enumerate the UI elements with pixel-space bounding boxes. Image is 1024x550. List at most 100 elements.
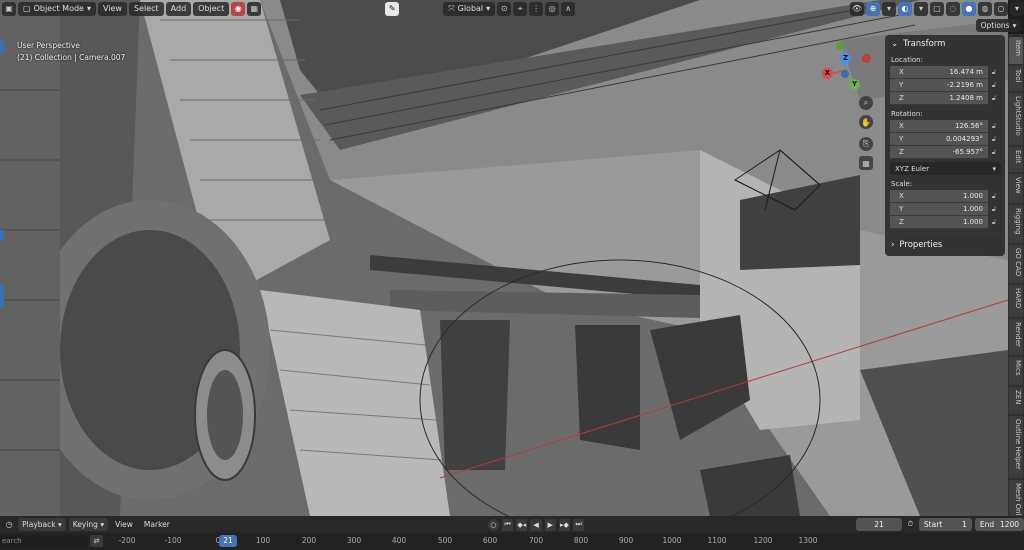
lock-icon[interactable]: 🔓︎ <box>988 192 1000 201</box>
lock-icon[interactable]: 🔓︎ <box>988 81 1000 90</box>
lock-icon[interactable]: 🔓︎ <box>988 135 1000 144</box>
tab-render[interactable]: Render <box>1009 319 1023 355</box>
neg-z-axis-icon[interactable] <box>841 70 849 78</box>
snap-increment-icon[interactable]: ⋮ <box>529 1 544 16</box>
lock-icon[interactable]: 🔓︎ <box>988 218 1000 227</box>
scale-z-field[interactable]: Z 1.000 <box>890 216 988 229</box>
play-reverse-icon[interactable]: ◀ <box>530 518 542 531</box>
location-y-field[interactable]: Y -2.2196 m <box>890 79 988 92</box>
overlay-toggle-icon[interactable]: ◐ <box>898 1 912 16</box>
gizmo-dropdown-icon[interactable]: ▾ <box>882 1 896 16</box>
gizmo-toggle-icon[interactable]: ⊕ <box>866 1 880 16</box>
rotation-x-field[interactable]: X 126.56° <box>890 120 988 133</box>
keying-menu[interactable]: Keying ▾ <box>68 518 109 531</box>
orientation-dropdown[interactable]: ⤧ Global ▾ <box>443 1 496 16</box>
lock-icon[interactable]: 🔓︎ <box>988 122 1000 131</box>
rotation-mode-label: XYZ Euler <box>895 164 930 173</box>
next-keyframe-icon[interactable]: ▸◆ <box>558 518 571 531</box>
snap-icon[interactable]: ⌖ <box>513 1 528 16</box>
editor-type-icon[interactable]: ◷ <box>3 518 16 531</box>
tab-item[interactable]: Item <box>1009 37 1023 64</box>
lock-icon[interactable]: 🔓︎ <box>988 68 1000 77</box>
object-mode-icon: ▢ <box>23 3 31 13</box>
tick-label: 1200 <box>753 536 773 545</box>
location-x-field[interactable]: X 16.474 m <box>890 66 988 79</box>
frame-ruler[interactable]: earch ⇄ -200 -100 0 100 200 300 400 500 … <box>0 533 1024 550</box>
chevron-down-icon: ▾ <box>1012 21 1017 30</box>
swap-icon[interactable]: ⇄ <box>90 535 103 547</box>
orientation-label: Global <box>457 3 484 13</box>
tab-outline-helper[interactable]: Outline Helper <box>1009 416 1023 478</box>
tab-lightstudio[interactable]: LightStudio <box>1009 93 1023 145</box>
end-frame-field[interactable]: End 1200 <box>974 518 1024 531</box>
rotation-y-field[interactable]: Y 0.004293° <box>890 133 988 146</box>
tab-edit[interactable]: Edit <box>1009 147 1023 172</box>
tab-view[interactable]: View <box>1009 174 1023 203</box>
neg-x-axis-icon[interactable] <box>862 54 871 63</box>
tab-go-cad[interactable]: GO CAD <box>1009 245 1023 283</box>
properties-header[interactable]: › Properties <box>885 238 1005 252</box>
rotation-mode-select[interactable]: XYZ Euler ▾ <box>890 162 1001 175</box>
shading-dropdown-icon[interactable]: ▾ <box>1010 1 1024 16</box>
neg-y-axis-icon[interactable] <box>836 42 844 50</box>
solid-shading-icon[interactable]: ● <box>962 1 976 16</box>
chevron-down-icon: ▾ <box>992 164 996 173</box>
eyedropper-icon[interactable]: ✎ <box>385 1 400 16</box>
jump-end-icon[interactable]: ⏭ <box>573 518 585 531</box>
location-z-field[interactable]: Z 1.2408 m <box>890 92 988 105</box>
pivot-icon[interactable]: ⊙ <box>497 1 512 16</box>
zoom-icon[interactable]: ⌕ <box>859 96 873 110</box>
playback-menu[interactable]: Playback ▾ <box>18 518 66 531</box>
tab-zen[interactable]: ZEN <box>1009 387 1023 414</box>
menu-select[interactable]: Select <box>128 1 164 16</box>
menu-view[interactable]: View <box>97 1 127 16</box>
tick-label: 300 <box>346 536 362 545</box>
pan-hand-icon[interactable]: ✋ <box>859 115 873 129</box>
proportional-edit-icon[interactable]: ◎ <box>545 1 560 16</box>
mode-dropdown[interactable]: ▢ Object Mode ▾ <box>18 1 96 16</box>
rendered-shading-icon[interactable]: ○ <box>994 1 1008 16</box>
jump-start-icon[interactable]: ⏮ <box>502 518 514 531</box>
grid-icon[interactable]: ▦ <box>247 1 262 16</box>
falloff-icon[interactable]: ∧ <box>561 1 576 16</box>
visibility-icon[interactable]: 👁 <box>850 1 864 16</box>
tab-hard[interactable]: HARD <box>1009 285 1023 317</box>
tab-mesh-onl[interactable]: Mesh Onl <box>1009 480 1023 516</box>
camera-view-icon[interactable]: ⎘ <box>859 137 873 151</box>
tab-tool[interactable]: Tool <box>1009 66 1023 91</box>
options-dropdown[interactable]: Options ▾ <box>976 19 1021 32</box>
timeline-view-menu[interactable]: View <box>111 518 137 531</box>
material-shading-icon[interactable]: ◍ <box>978 1 992 16</box>
viewport-header: ▣ ▢ Object Mode ▾ View Select Add Object… <box>0 0 1024 17</box>
start-frame-field[interactable]: Start 1 <box>918 518 972 531</box>
transform-header[interactable]: ⌄ Transform <box>885 35 1005 53</box>
lock-icon[interactable]: 🔓︎ <box>988 94 1000 103</box>
menu-add[interactable]: Add <box>165 1 192 16</box>
playhead[interactable]: 21 <box>219 535 237 547</box>
addon-icon[interactable]: ◉ <box>231 1 246 16</box>
rotation-z-field[interactable]: Z -65.957° <box>890 146 988 159</box>
play-icon[interactable]: ▶ <box>544 518 556 531</box>
lock-icon[interactable]: 🔓︎ <box>988 148 1000 157</box>
wireframe-shading-icon[interactable]: ◌ <box>946 1 960 16</box>
y-axis-icon[interactable]: Y <box>849 79 860 90</box>
scale-x-field[interactable]: X 1.000 <box>890 190 988 203</box>
scale-y-field[interactable]: Y 1.000 <box>890 203 988 216</box>
stopwatch-icon[interactable]: ⏱ <box>905 519 916 531</box>
perspective-toggle-icon[interactable]: ▦ <box>859 156 873 170</box>
tab-mics[interactable]: Mics <box>1009 357 1023 385</box>
xray-icon[interactable]: ▢ <box>930 1 944 16</box>
overlay-dropdown-icon[interactable]: ▾ <box>914 1 928 16</box>
search-input[interactable]: earch <box>0 535 88 547</box>
x-axis-icon[interactable]: X <box>822 68 833 79</box>
lock-icon[interactable]: 🔓︎ <box>988 205 1000 214</box>
marker-menu[interactable]: Marker <box>140 518 174 531</box>
prev-keyframe-icon[interactable]: ◆◂ <box>516 518 528 531</box>
tab-rigging[interactable]: Rigging <box>1009 205 1023 243</box>
current-frame-field[interactable]: 21 <box>856 518 902 531</box>
record-icon[interactable]: ○ <box>487 518 500 531</box>
navigation-gizmo[interactable]: Z X Y <box>818 40 878 100</box>
z-axis-icon[interactable]: Z <box>840 53 851 64</box>
editor-type-icon[interactable]: ▣ <box>2 1 16 16</box>
menu-object[interactable]: Object <box>193 1 230 16</box>
